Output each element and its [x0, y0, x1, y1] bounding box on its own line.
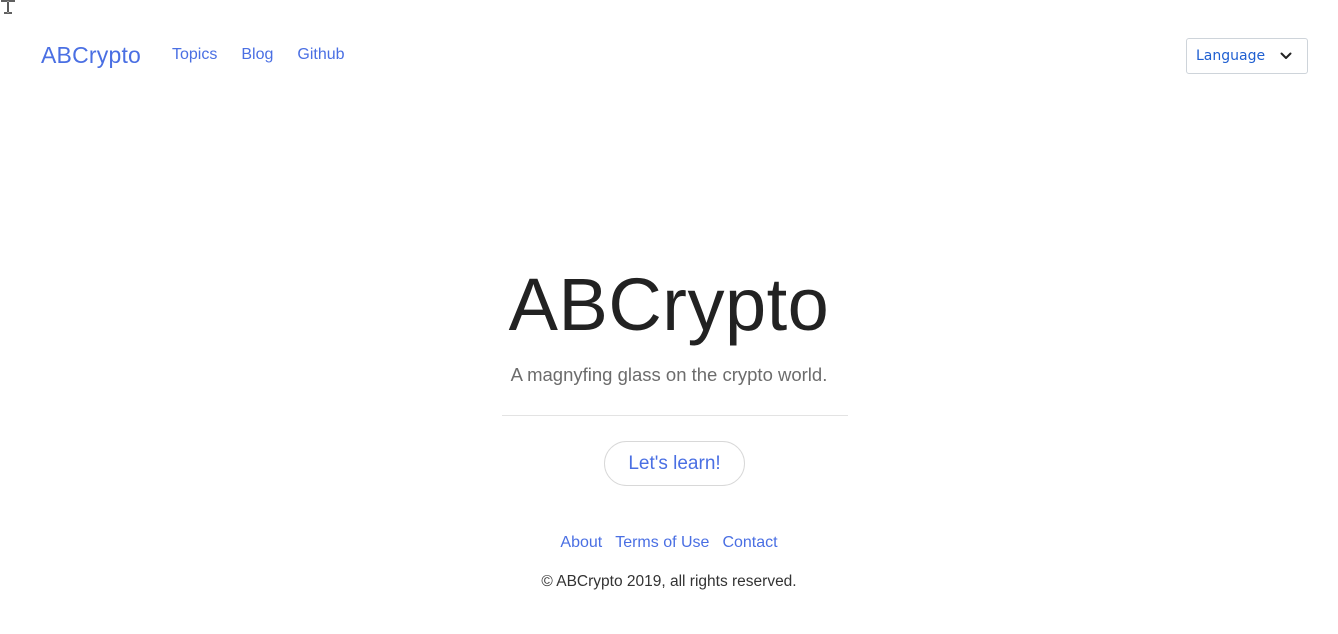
language-select-value: Language: [1196, 48, 1266, 64]
lets-learn-button[interactable]: Let's learn!: [604, 441, 745, 486]
hero: ABCrypto A magnyfing glass on the crypto…: [0, 262, 1338, 388]
nav-link-topics[interactable]: Topics: [172, 44, 217, 66]
footer-link-about[interactable]: About: [560, 532, 602, 554]
footer-link-contact[interactable]: Contact: [722, 532, 777, 554]
chevron-down-icon: [1280, 52, 1292, 59]
navbar: ABCrypto Topics Blog Github Language: [0, 0, 1338, 110]
hero-divider: [502, 415, 848, 416]
language-select[interactable]: Language: [1186, 38, 1308, 74]
hero-subtitle: A magnyfing glass on the crypto world.: [510, 364, 828, 385]
nav-link-github[interactable]: Github: [297, 44, 344, 66]
footer-link-terms[interactable]: Terms of Use: [615, 532, 709, 554]
copyright-text: © ABCrypto 2019, all rights reserved.: [541, 573, 797, 590]
footer-links: About Terms of Use Contact: [0, 532, 1338, 554]
hero-title: ABCrypto: [508, 263, 830, 346]
brand-link[interactable]: ABCrypto: [41, 40, 141, 70]
nav-links: Topics Blog Github: [172, 44, 345, 66]
nav-link-blog[interactable]: Blog: [241, 44, 273, 66]
